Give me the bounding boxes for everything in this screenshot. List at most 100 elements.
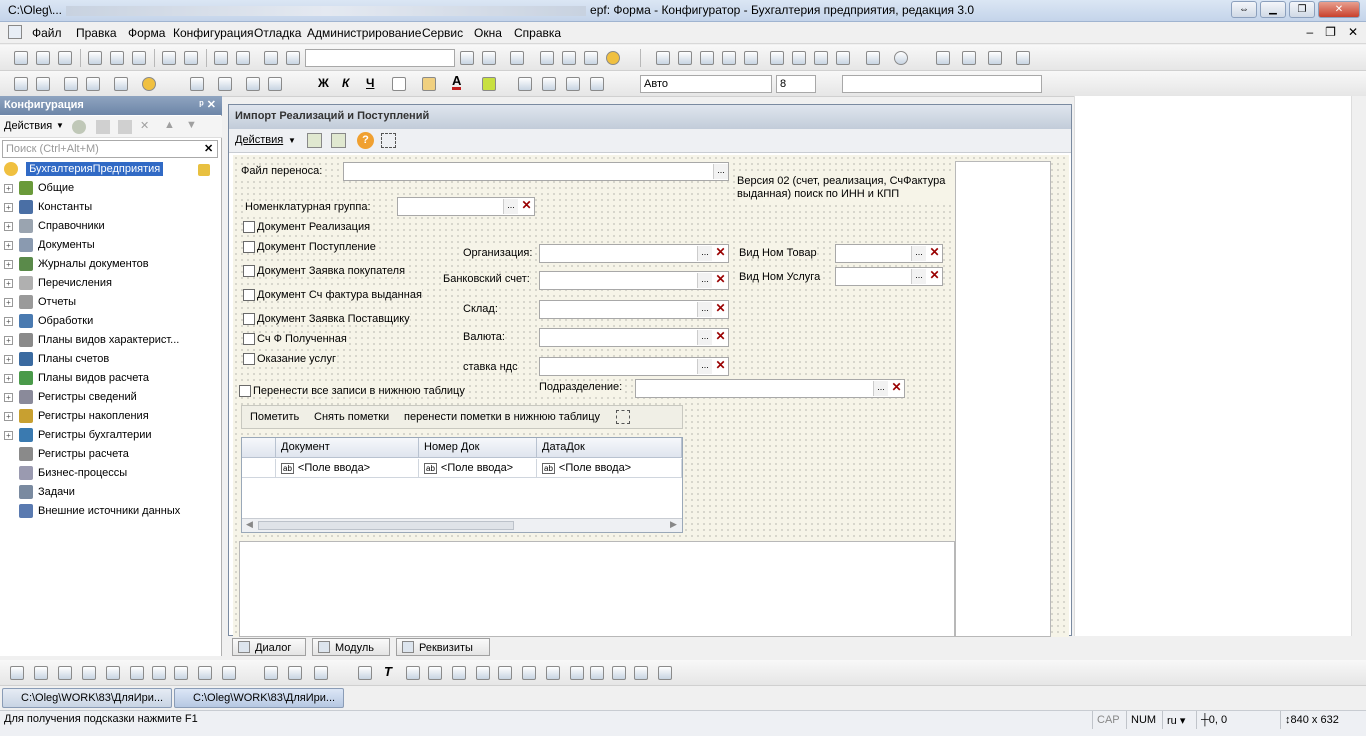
bold-icon[interactable]: Ж [318, 76, 329, 90]
menu-edit[interactable]: Правка [76, 26, 117, 40]
warehouse-input[interactable]: ... ✕ [539, 300, 729, 319]
copy-icon[interactable] [110, 51, 124, 65]
checkbox-box[interactable] [243, 353, 255, 366]
document-type-checkbox[interactable]: Документ Заявка Поставщику [243, 313, 410, 326]
undo-icon[interactable] [214, 51, 228, 65]
tree-item[interactable]: + Общие [4, 181, 74, 199]
checkbox-box[interactable] [243, 221, 255, 234]
mdi-restore-icon[interactable]: ❐ [1325, 25, 1336, 39]
taskbar-item-1[interactable]: C:\Oleg\WORK\83\ДляИри... [2, 688, 172, 708]
menu-administration[interactable]: Администрирование [307, 26, 421, 40]
spacing-h-icon[interactable] [198, 666, 212, 680]
chevron-down-icon[interactable]: ▼ [56, 121, 64, 130]
browse-icon[interactable]: ... [697, 302, 712, 317]
new-icon[interactable] [14, 51, 28, 65]
align-center-icon[interactable] [106, 666, 120, 680]
tree-item[interactable]: + Регистры накопления [4, 409, 149, 427]
expand-icon[interactable]: + [4, 373, 13, 383]
scroll-left-icon[interactable]: ◀ [246, 519, 253, 530]
help-icon[interactable]: ? [357, 132, 374, 149]
tree-item[interactable]: + Планы счетов [4, 352, 109, 370]
find-icon[interactable] [264, 51, 278, 65]
tree-item[interactable]: + Константы [4, 200, 92, 218]
maximize-button[interactable]: ❐ [1289, 1, 1315, 18]
cascade-icon[interactable] [814, 51, 828, 65]
tab-attributes[interactable]: Реквизиты [396, 638, 490, 656]
clear-icon[interactable]: ✕ [713, 330, 728, 345]
browse-icon[interactable]: ... [697, 246, 712, 261]
bind-icon[interactable] [314, 666, 328, 680]
nom-goods-input[interactable]: ... ✕ [835, 244, 943, 263]
select-frame-icon[interactable] [616, 410, 630, 424]
document-type-checkbox[interactable]: Сч Ф Полученная [243, 333, 347, 346]
mdi-close-icon[interactable]: ✕ [1348, 25, 1358, 39]
wizard-icon[interactable] [142, 77, 156, 91]
close-button[interactable]: ✕ [1318, 1, 1360, 18]
document-type-checkbox[interactable]: Документ Заявка покупателя [243, 265, 406, 278]
browse-icon[interactable]: ... [697, 330, 712, 345]
picture-control-icon[interactable] [590, 666, 604, 680]
config-search-input[interactable]: Поиск (Ctrl+Alt+M) [2, 140, 218, 158]
clear-icon[interactable]: ✕ [927, 269, 942, 284]
browse-icon[interactable]: ... [911, 269, 926, 284]
mark-button[interactable]: Пометить [250, 411, 299, 423]
table-row-cell[interactable]: ab <Поле ввода> [537, 459, 682, 478]
document-type-checkbox[interactable]: Оказание услуг [243, 353, 336, 366]
nom-service-input[interactable]: ... ✕ [835, 267, 943, 286]
menu-form[interactable]: Форма [128, 26, 165, 40]
expand-icon[interactable]: + [4, 411, 13, 421]
more-controls-icon[interactable] [658, 666, 672, 680]
align-right-icon[interactable] [566, 77, 580, 91]
underline-icon[interactable]: Ч [366, 76, 374, 90]
same-height-icon[interactable] [174, 666, 188, 680]
file-path-input[interactable]: ... [343, 162, 729, 181]
italic-icon[interactable]: К [342, 76, 349, 90]
info-icon[interactable] [606, 51, 620, 65]
zoom-icon[interactable] [286, 51, 300, 65]
justify-icon[interactable] [590, 77, 604, 91]
tree-item[interactable]: +Внешние источники данных [4, 504, 180, 522]
search-clear-icon[interactable]: ✕ [204, 142, 213, 155]
table-control-icon[interactable] [570, 666, 584, 680]
table-row-cell[interactable]: ab <Поле ввода> [276, 459, 419, 478]
tree-item[interactable]: + Отчеты [4, 295, 76, 313]
preview-icon[interactable] [184, 51, 198, 65]
unmark-button[interactable]: Снять пометки [314, 411, 389, 423]
bank-input[interactable]: ... ✕ [539, 271, 729, 290]
font-size-field[interactable]: 8 [776, 75, 816, 93]
search-combo[interactable] [305, 49, 455, 67]
clock-icon[interactable] [894, 51, 908, 65]
document-type-checkbox[interactable]: Документ Сч фактура выданная [243, 289, 422, 302]
column-document[interactable]: Документ [276, 438, 419, 458]
checkbox-control-icon[interactable] [452, 666, 466, 680]
clear-icon[interactable]: ✕ [713, 246, 728, 261]
combobox-control-icon[interactable] [522, 666, 536, 680]
align-middle-icon[interactable] [34, 666, 48, 680]
tree-item[interactable]: + Документы [4, 238, 95, 256]
style-combo[interactable] [842, 75, 1042, 93]
document-type-checkbox[interactable]: Документ Реализация [243, 221, 371, 234]
frame-control-icon[interactable] [406, 666, 420, 680]
input-control-icon[interactable] [428, 666, 442, 680]
column-doc-number[interactable]: Номер Док [419, 438, 537, 458]
expand-icon[interactable]: + [4, 316, 13, 326]
border-icon[interactable] [392, 77, 406, 91]
clear-icon[interactable]: ✕ [519, 199, 534, 214]
chevron-down-icon[interactable]: ▼ [288, 136, 296, 145]
check-icon[interactable] [218, 77, 232, 91]
tree-item[interactable]: + Планы видов характерист... [4, 333, 179, 351]
highlight-icon[interactable] [482, 77, 496, 91]
checkbox-box[interactable] [243, 241, 255, 254]
insert-control-icon[interactable] [246, 77, 260, 91]
browse-icon[interactable]: ... [697, 359, 712, 374]
syntax-helper-icon[interactable] [540, 51, 554, 65]
tree-item[interactable]: + Справочники [4, 219, 105, 237]
select-frame-icon[interactable] [381, 133, 396, 148]
align-right-edge-icon[interactable] [130, 666, 144, 680]
font-color-icon[interactable]: A [452, 74, 462, 90]
expand-icon[interactable]: + [4, 354, 13, 364]
cut-icon[interactable] [88, 51, 102, 65]
table-icon[interactable] [86, 77, 100, 91]
menu-windows[interactable]: Окна [474, 26, 502, 40]
vat-input[interactable]: ... ✕ [539, 357, 729, 376]
